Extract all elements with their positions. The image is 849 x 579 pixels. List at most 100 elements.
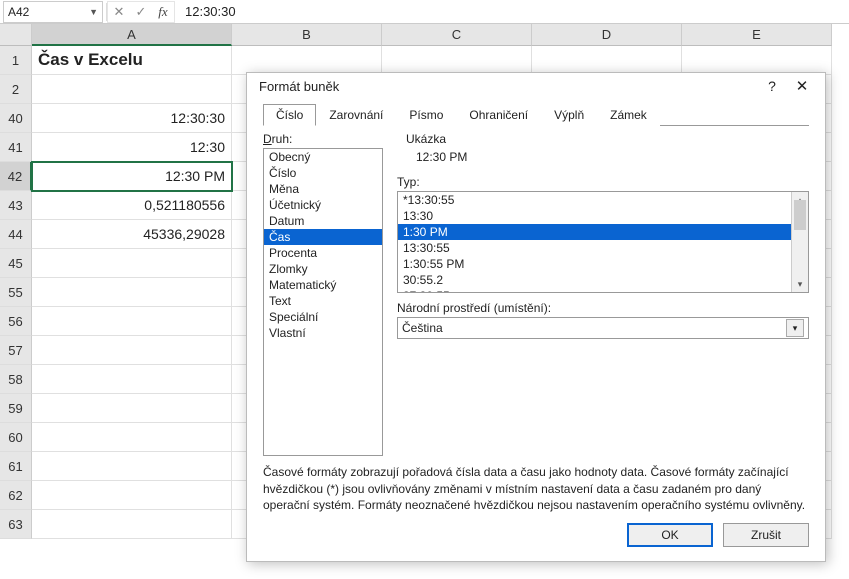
cell[interactable] [532, 46, 682, 75]
help-icon[interactable]: ? [757, 78, 787, 94]
type-item[interactable]: 13:30:55 [398, 240, 791, 256]
tab-zámek[interactable]: Zámek [597, 104, 660, 126]
category-item[interactable]: Procenta [264, 245, 382, 261]
dialog-buttons: OK Zrušit [247, 513, 825, 561]
fx-icon[interactable]: fx [152, 4, 174, 20]
type-item[interactable]: *13:30:55 [398, 192, 791, 208]
form-area: Druh: ObecnýČísloMěnaÚčetnickýDatumČasPr… [263, 132, 809, 456]
select-all-corner[interactable] [0, 24, 32, 46]
dialog-body: ČísloZarovnáníPísmoOhraničeníVýplňZámek … [247, 99, 825, 513]
row-header[interactable]: 44 [0, 220, 32, 249]
cell[interactable] [32, 394, 232, 423]
category-item[interactable]: Číslo [264, 165, 382, 181]
chevron-down-icon[interactable]: ▼ [89, 7, 98, 17]
type-item[interactable]: 30:55.2 [398, 272, 791, 288]
category-item[interactable]: Datum [264, 213, 382, 229]
formula-input[interactable]: 12:30:30 [175, 4, 849, 19]
row-header[interactable]: 57 [0, 336, 32, 365]
row-header[interactable]: 56 [0, 307, 32, 336]
row-header[interactable]: 61 [0, 452, 32, 481]
sample-label: Ukázka [404, 132, 448, 146]
scroll-down-icon[interactable]: ▾ [792, 276, 808, 292]
cell[interactable] [32, 452, 232, 481]
formula-buttons: ✕ ✓ fx [107, 1, 175, 23]
name-box[interactable]: A42 ▼ [3, 1, 103, 23]
cell[interactable] [32, 75, 232, 104]
cell[interactable] [682, 46, 832, 75]
locale-select[interactable]: Čeština ▾ [397, 317, 809, 339]
cell[interactable]: 12:30 [32, 133, 232, 162]
cancel-formula-icon[interactable]: ✕ [108, 4, 130, 20]
close-icon[interactable]: ✕ [787, 77, 817, 95]
type-item[interactable]: 1:30:55 PM [398, 256, 791, 272]
column-header[interactable]: C [382, 24, 532, 46]
locale-row: Národní prostředí (umístění): Čeština ▾ [397, 301, 809, 339]
row-header[interactable]: 1 [0, 46, 32, 75]
category-item[interactable]: Měna [264, 181, 382, 197]
row-header[interactable]: 62 [0, 481, 32, 510]
scroll-thumb[interactable] [794, 200, 806, 230]
row-header[interactable]: 2 [0, 75, 32, 104]
cell[interactable] [32, 336, 232, 365]
column-header[interactable]: B [232, 24, 382, 46]
category-column: Druh: ObecnýČísloMěnaÚčetnickýDatumČasPr… [263, 132, 383, 456]
row-header[interactable]: 43 [0, 191, 32, 220]
category-item[interactable]: Speciální [264, 309, 382, 325]
chevron-down-icon[interactable]: ▾ [786, 319, 804, 337]
cell[interactable] [32, 249, 232, 278]
column-header[interactable]: E [682, 24, 832, 46]
cell[interactable] [32, 307, 232, 336]
row-header[interactable]: 63 [0, 510, 32, 539]
tab-písmo[interactable]: Písmo [396, 104, 456, 126]
row-header[interactable]: 55 [0, 278, 32, 307]
cell[interactable] [32, 510, 232, 539]
cell[interactable] [32, 365, 232, 394]
type-listbox[interactable]: *13:30:5513:301:30 PM13:30:551:30:55 PM3… [397, 191, 809, 293]
dialog-title: Formát buněk [259, 79, 757, 94]
category-item[interactable]: Matematický [264, 277, 382, 293]
row-header[interactable]: 59 [0, 394, 32, 423]
tab-výplň[interactable]: Výplň [541, 104, 597, 126]
cell[interactable]: 12:30 PM [32, 162, 232, 191]
cancel-button[interactable]: Zrušit [723, 523, 809, 547]
name-box-value: A42 [8, 5, 89, 19]
row-header[interactable]: 42 [0, 162, 32, 191]
category-item[interactable]: Čas [264, 229, 382, 245]
cell[interactable] [232, 46, 382, 75]
category-item[interactable]: Vlastní [264, 325, 382, 341]
tab-ohraničení[interactable]: Ohraničení [456, 104, 541, 126]
ok-button[interactable]: OK [627, 523, 713, 547]
cell[interactable]: 0,521180556 [32, 191, 232, 220]
cell[interactable]: Čas v Excelu [32, 46, 232, 75]
right-column: Ukázka 12:30 PM Typ: *13:30:5513:301:30 … [397, 132, 809, 456]
category-listbox[interactable]: ObecnýČísloMěnaÚčetnickýDatumČasProcenta… [263, 148, 383, 456]
column-header[interactable]: D [532, 24, 682, 46]
category-item[interactable]: Obecný [264, 149, 382, 165]
row-header[interactable]: 41 [0, 133, 32, 162]
dialog-titlebar[interactable]: Formát buněk ? ✕ [247, 73, 825, 99]
tab-zarovnání[interactable]: Zarovnání [316, 104, 396, 126]
category-item[interactable]: Účetnický [264, 197, 382, 213]
cell[interactable] [32, 481, 232, 510]
row-header[interactable]: 45 [0, 249, 32, 278]
row-header[interactable]: 60 [0, 423, 32, 452]
row-header[interactable]: 40 [0, 104, 32, 133]
type-scrollbar[interactable]: ▴ ▾ [791, 192, 808, 292]
cell[interactable]: 12:30:30 [32, 104, 232, 133]
locale-value: Čeština [402, 321, 786, 335]
tab-číslo[interactable]: Číslo [263, 104, 316, 126]
cell[interactable] [382, 46, 532, 75]
format-cells-dialog: Formát buněk ? ✕ ČísloZarovnáníPísmoOhra… [246, 72, 826, 562]
cell[interactable] [32, 278, 232, 307]
type-item[interactable]: 1:30 PM [398, 224, 791, 240]
confirm-formula-icon[interactable]: ✓ [130, 4, 152, 20]
column-header[interactable]: A [32, 24, 232, 46]
locale-label: Národní prostředí (umístění): [397, 301, 809, 315]
row-header[interactable]: 58 [0, 365, 32, 394]
type-item[interactable]: 13:30 [398, 208, 791, 224]
cell[interactable] [32, 423, 232, 452]
cell[interactable]: 45336,29028 [32, 220, 232, 249]
category-item[interactable]: Text [264, 293, 382, 309]
category-item[interactable]: Zlomky [264, 261, 382, 277]
type-item[interactable]: 37:30:55 [398, 288, 791, 292]
